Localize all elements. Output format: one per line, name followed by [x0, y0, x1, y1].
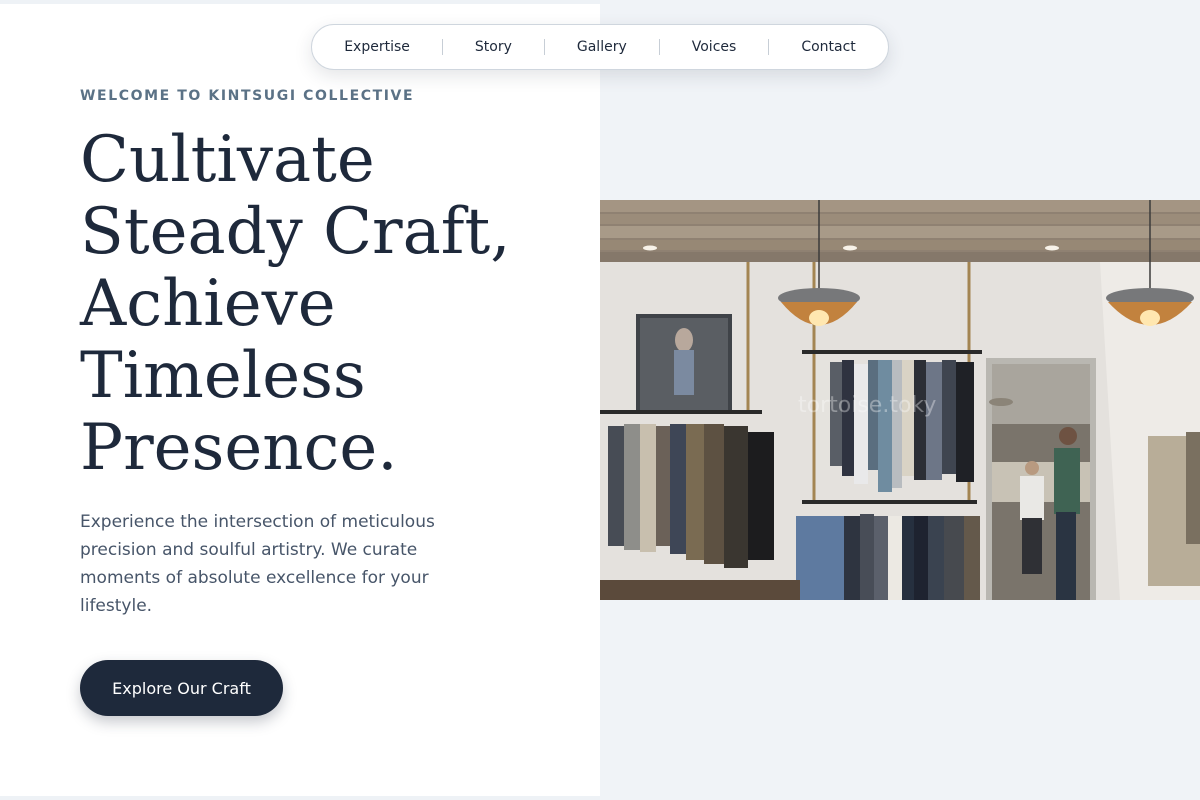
hero-headline: Cultivate Steady Craft, Achieve Timeless… [80, 124, 550, 484]
explore-craft-button[interactable]: Explore Our Craft [80, 660, 283, 716]
headline-line: Presence. [80, 411, 398, 485]
nav-item-gallery[interactable]: Gallery [545, 39, 659, 55]
headline-line: Steady Craft, [80, 195, 511, 269]
image-watermark: tortoise.toky [798, 393, 936, 418]
nav-item-story[interactable]: Story [443, 39, 544, 55]
main-nav: Expertise Story Gallery Voices Contact [311, 24, 889, 70]
clothing-store-photo: tortoise.toky [600, 200, 1200, 600]
nav-item-contact[interactable]: Contact [769, 39, 887, 55]
nav-item-voices[interactable]: Voices [660, 39, 769, 55]
hero-eyebrow: WELCOME TO KINTSUGI COLLECTIVE [80, 88, 415, 104]
nav-item-expertise[interactable]: Expertise [312, 39, 442, 55]
headline-line: Achieve [80, 267, 336, 341]
hero-description: Experience the intersection of meticulou… [80, 512, 435, 616]
headline-line: Timeless [80, 339, 366, 413]
headline-line: Cultivate [80, 123, 375, 197]
